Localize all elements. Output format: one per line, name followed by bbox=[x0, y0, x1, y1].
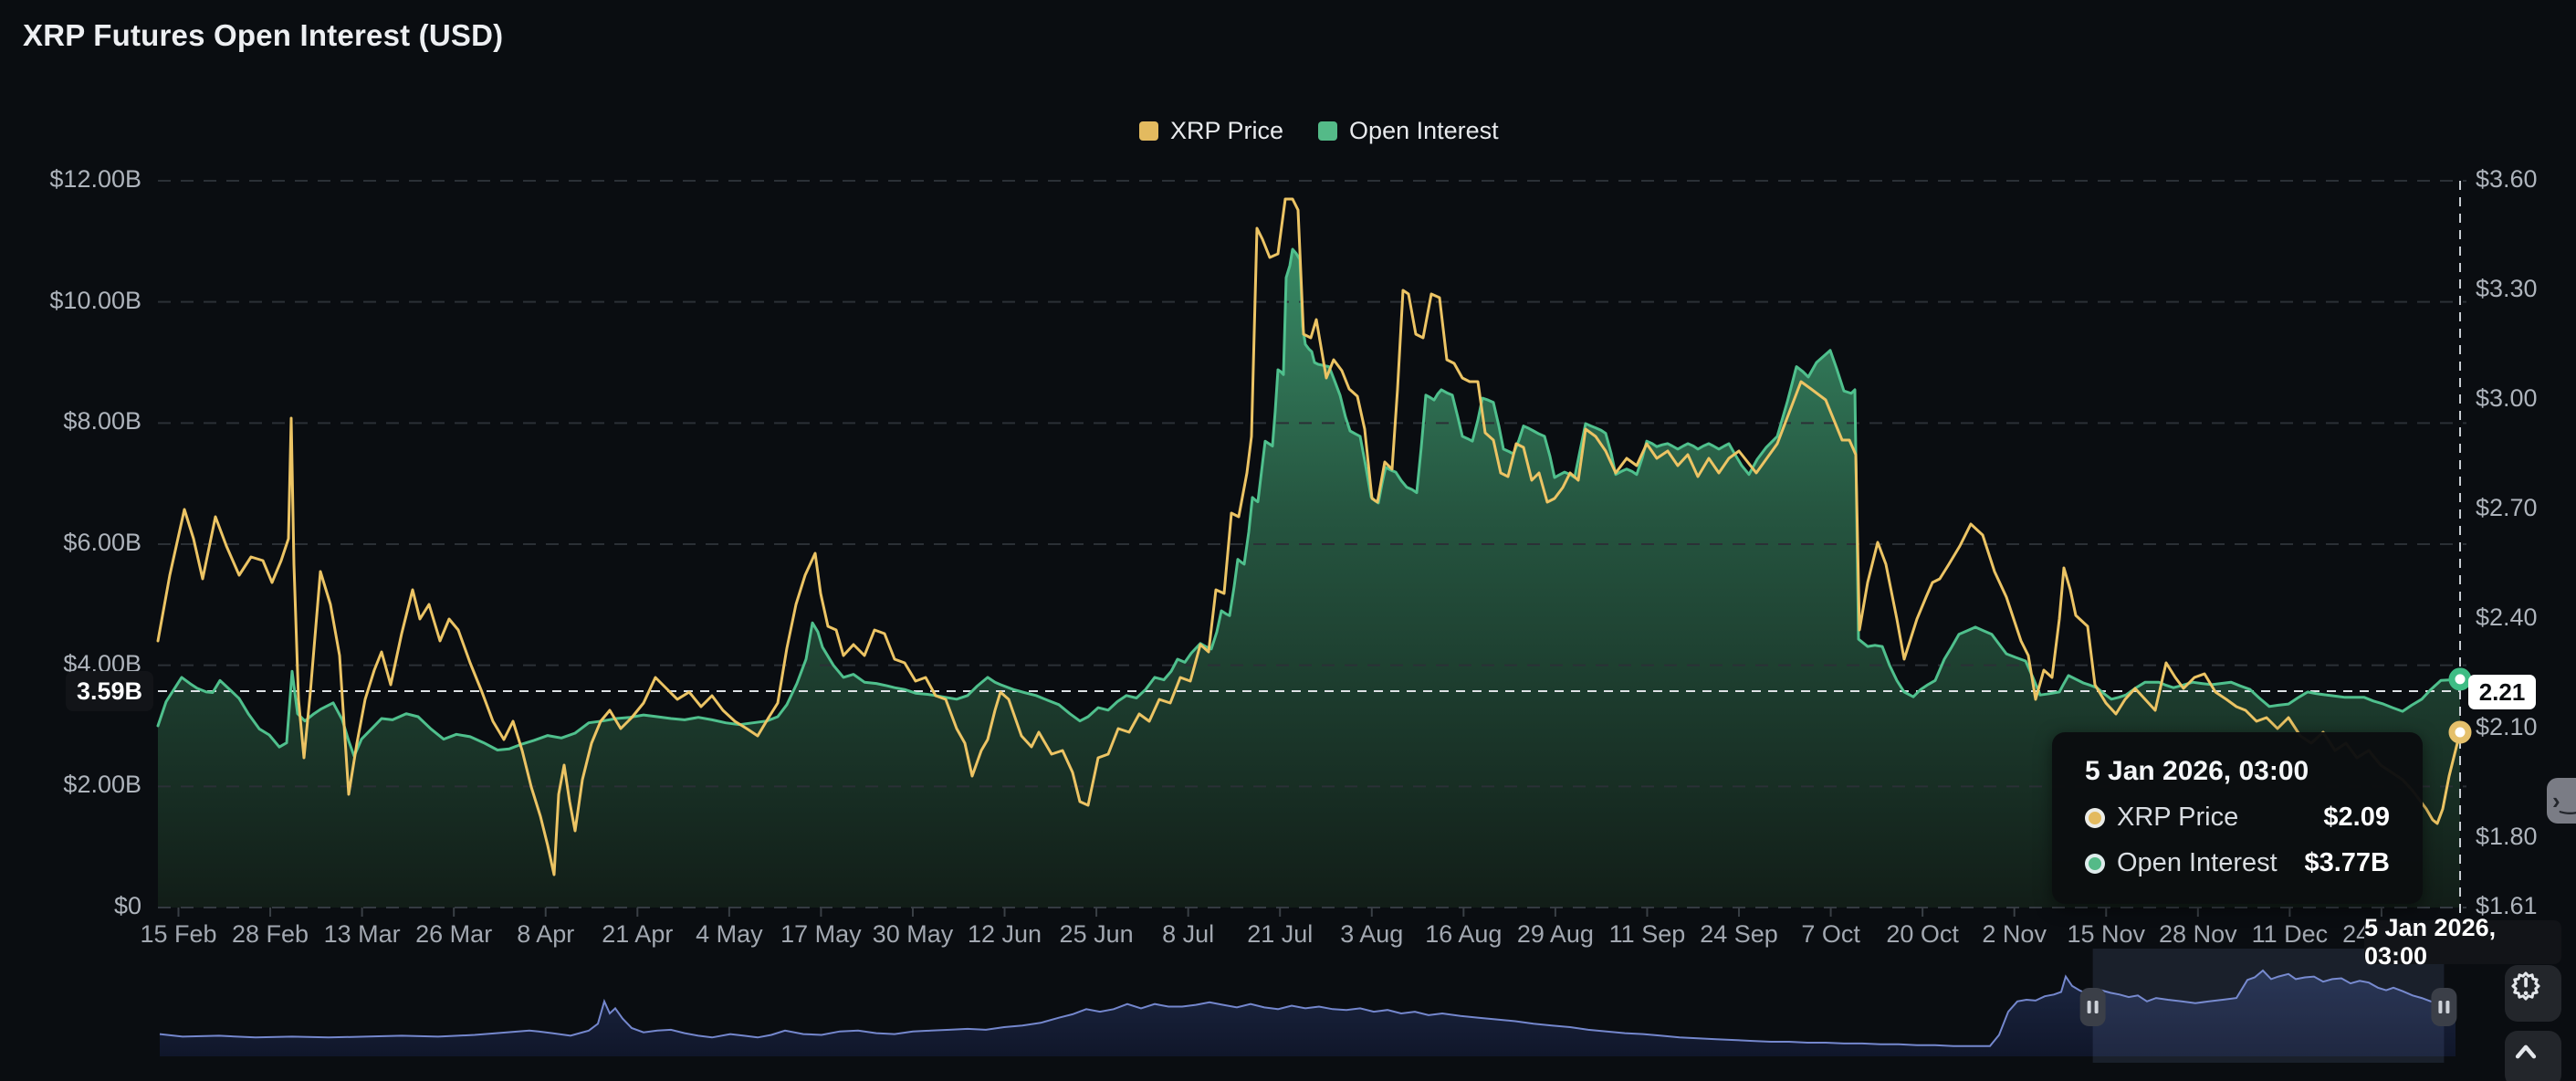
crosshair-price-value-badge: 2.21 bbox=[2468, 675, 2536, 709]
y-axis-label-left: $6.00B bbox=[63, 529, 141, 557]
x-axis-label: 26 Mar bbox=[415, 920, 492, 949]
crosshair-date-badge: 5 Jan 2026, 03:00 bbox=[2364, 920, 2561, 964]
handle-grip-icon bbox=[2445, 1001, 2449, 1013]
x-axis-label: 24 Sep bbox=[1700, 920, 1778, 949]
x-axis-label: 11 Sep bbox=[1609, 920, 1686, 949]
y-axis-label-left: $8.00B bbox=[63, 407, 141, 436]
x-axis-label: 30 May bbox=[873, 920, 954, 949]
chevron-up-icon bbox=[2505, 1031, 2547, 1073]
y-axis-label-right: $2.70 bbox=[2476, 494, 2538, 522]
legend-label: Open Interest bbox=[1349, 117, 1499, 145]
y-axis-label-left: $12.00B bbox=[49, 165, 141, 194]
x-axis-label: 13 Mar bbox=[324, 920, 401, 949]
x-axis-label: 7 Oct bbox=[1801, 920, 1860, 949]
tooltip-value: $3.77B bbox=[2304, 848, 2390, 878]
tooltip-row-open-interest: Open Interest $3.77B bbox=[2085, 848, 2390, 878]
xrp-price-swatch-icon bbox=[1139, 121, 1158, 141]
xrp-price-dot-icon bbox=[2085, 808, 2105, 828]
x-axis-label: 2 Nov bbox=[1982, 920, 2047, 949]
legend-label: XRP Price bbox=[1170, 117, 1283, 145]
chart-panel: XRP Futures Open Interest (USD) XRP Pric… bbox=[0, 0, 2576, 1081]
legend-item-xrp-price[interactable]: XRP Price bbox=[1139, 117, 1283, 145]
alerts-button[interactable] bbox=[2505, 965, 2561, 1022]
x-axis-label: 28 Nov bbox=[2159, 920, 2237, 949]
x-axis-label: 4 May bbox=[696, 920, 763, 949]
tooltip-value: $2.09 bbox=[2323, 803, 2390, 833]
x-axis-label: 3 Aug bbox=[1340, 920, 1403, 949]
x-axis-label: 16 Aug bbox=[1425, 920, 1502, 949]
tooltip-label: XRP Price bbox=[2117, 803, 2323, 833]
x-axis-label: 15 Nov bbox=[2067, 920, 2145, 949]
x-axis-label: 21 Apr bbox=[602, 920, 673, 949]
crosshair-oi-value-badge: 3.59B bbox=[66, 671, 153, 711]
x-axis-label: 8 Jul bbox=[1162, 920, 1214, 949]
y-axis-label-right: $2.40 bbox=[2476, 603, 2538, 632]
y-axis-label-left: $0 bbox=[114, 892, 141, 920]
x-axis-label: 17 May bbox=[780, 920, 862, 949]
navigator-handle-left[interactable] bbox=[2080, 988, 2106, 1026]
x-axis-label: 11 Dec bbox=[2252, 920, 2329, 949]
handle-grip-icon bbox=[2088, 1001, 2091, 1013]
x-axis-label: 25 Jun bbox=[1060, 920, 1134, 949]
tooltip-row-price: XRP Price $2.09 bbox=[2085, 803, 2390, 833]
y-axis-label-right: $3.30 bbox=[2476, 275, 2538, 303]
x-axis-label: 20 Oct bbox=[1886, 920, 1959, 949]
open-interest-swatch-icon bbox=[1318, 121, 1337, 141]
page-title: XRP Futures Open Interest (USD) bbox=[23, 18, 503, 53]
x-axis-label: 15 Feb bbox=[140, 920, 216, 949]
collapse-button[interactable] bbox=[2505, 1031, 2561, 1081]
legend: XRP Price Open Interest bbox=[1139, 117, 1499, 145]
xrp-price-marker bbox=[2452, 724, 2468, 740]
handle-grip-icon bbox=[2095, 1001, 2099, 1013]
handle-grip-icon bbox=[2438, 1001, 2442, 1013]
chart-canvas[interactable] bbox=[0, 0, 2576, 1081]
open-interest-marker bbox=[2452, 671, 2468, 687]
side-panel-toggle[interactable]: ›‿ bbox=[2547, 778, 2576, 824]
y-axis-label-right: $3.60 bbox=[2476, 165, 2538, 194]
y-axis-label-right: $3.00 bbox=[2476, 384, 2538, 413]
x-axis-label: 8 Apr bbox=[517, 920, 574, 949]
x-axis-label: 12 Jun bbox=[968, 920, 1042, 949]
x-axis-label: 21 Jul bbox=[1247, 920, 1313, 949]
x-axis-label: 28 Feb bbox=[232, 920, 309, 949]
y-axis-label-right: $1.80 bbox=[2476, 823, 2538, 851]
legend-item-open-interest[interactable]: Open Interest bbox=[1318, 117, 1499, 145]
navigator-handle-right[interactable] bbox=[2431, 988, 2456, 1026]
seal-exclamation-icon bbox=[2505, 965, 2547, 1007]
y-axis-label-left: $2.00B bbox=[63, 771, 141, 799]
chevron-right-squiggle-icon: ›‿ bbox=[2552, 789, 2576, 813]
y-axis-label-right: $2.10 bbox=[2476, 713, 2538, 741]
tooltip-date: 5 Jan 2026, 03:00 bbox=[2085, 756, 2390, 787]
x-axis-label: 29 Aug bbox=[1517, 920, 1594, 949]
tooltip: 5 Jan 2026, 03:00 XRP Price $2.09 Open I… bbox=[2052, 732, 2423, 904]
open-interest-dot-icon bbox=[2085, 854, 2105, 874]
y-axis-label-left: $10.00B bbox=[49, 287, 141, 315]
tooltip-label: Open Interest bbox=[2117, 848, 2304, 878]
